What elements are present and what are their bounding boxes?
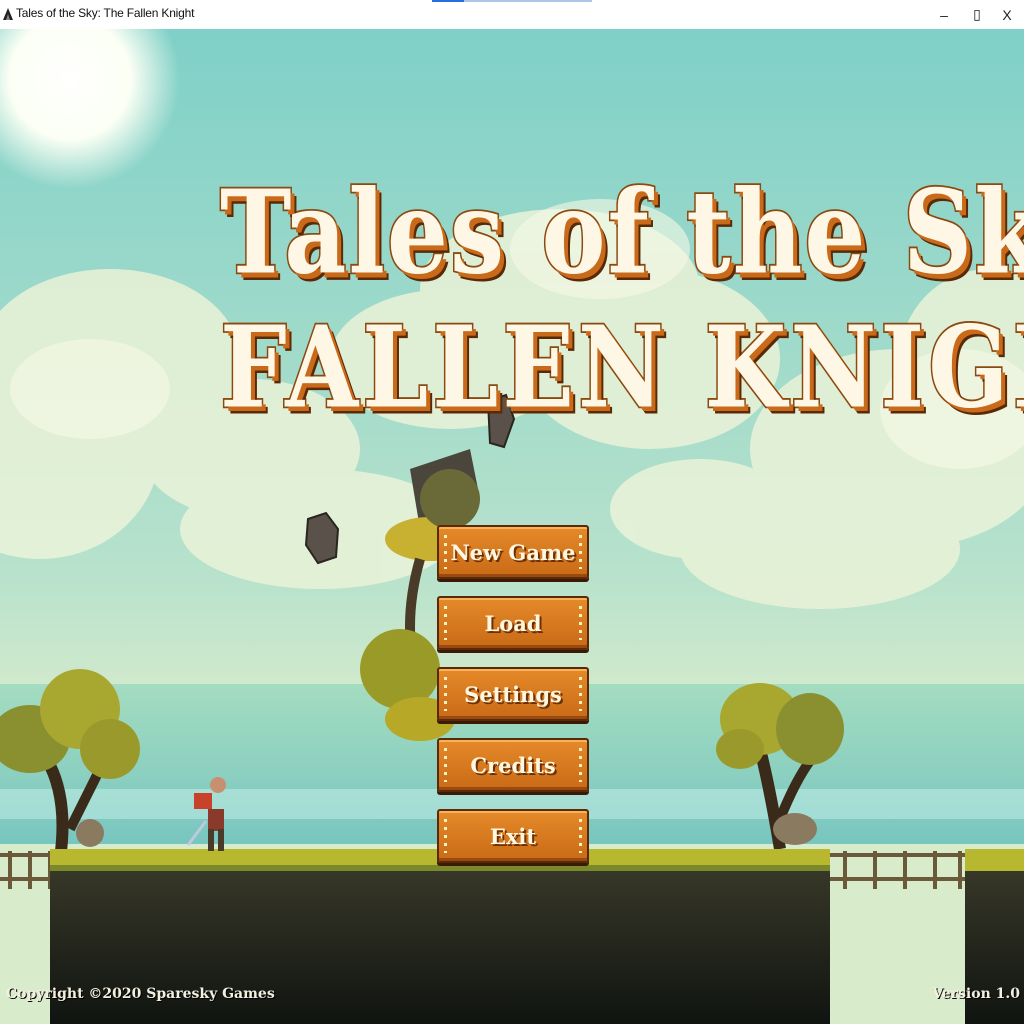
credits-label: Credits — [470, 752, 556, 778]
window-title: Tales of the Sky: The Fallen Knight — [16, 6, 195, 20]
app-icon — [3, 8, 13, 20]
game-logo: Tales of the Sky FALLEN KNIGHT — [219, 164, 1024, 455]
load-button[interactable]: Load — [437, 596, 589, 650]
settings-label: Settings — [464, 681, 562, 707]
close-button[interactable]: X — [990, 0, 1024, 29]
maximize-button[interactable]: ▯ — [960, 0, 994, 29]
new-game-label: New Game — [450, 539, 576, 565]
game-scene: Tales of the Sky FALLEN KNIGHT New Game … — [0, 29, 1024, 1024]
logo-title-line2: FALLEN KNIGHT — [219, 302, 1024, 434]
load-label: Load — [484, 610, 542, 636]
game-window: Tales of the Sky: The Fallen Knight – ▯ … — [0, 0, 1024, 1024]
logo-title-line1: Tales of the Sky — [219, 164, 1024, 301]
boulder-right — [773, 813, 817, 845]
title-accent-line — [432, 0, 592, 2]
credits-button[interactable]: Credits — [437, 738, 589, 792]
new-game-button[interactable]: New Game — [437, 525, 589, 579]
boulder-left — [76, 819, 104, 847]
exit-label: Exit — [489, 823, 537, 849]
title-bar: Tales of the Sky: The Fallen Knight – ▯ … — [0, 0, 1024, 29]
version-text: Version 1.0 — [932, 986, 1020, 1002]
minimize-button[interactable]: – — [927, 0, 961, 29]
maximize-icon: ▯ — [973, 6, 981, 22]
minimize-icon: – — [940, 6, 948, 23]
copyright-text: Copyright ©2020 Sparesky Games — [6, 986, 275, 1002]
close-icon: X — [1002, 6, 1012, 23]
exit-button[interactable]: Exit — [437, 809, 589, 863]
settings-button[interactable]: Settings — [437, 667, 589, 721]
